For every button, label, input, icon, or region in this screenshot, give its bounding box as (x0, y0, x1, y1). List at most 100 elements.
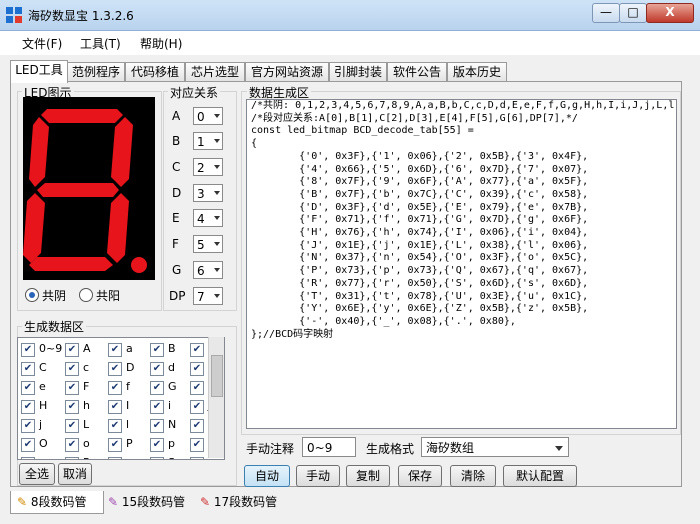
item-checkbox[interactable]: ✔ (190, 419, 204, 433)
item-checkbox-label: o (83, 437, 90, 450)
item-checkbox[interactable]: ✔ (150, 419, 164, 433)
checklist-scrollbar[interactable] (208, 337, 224, 458)
close-button[interactable]: X (646, 3, 694, 23)
item-checkbox[interactable]: ✔ (21, 457, 35, 459)
clear-button[interactable]: 清除 (450, 465, 496, 487)
map-label-e: E (172, 211, 180, 225)
item-checkbox[interactable]: ✔ (108, 381, 122, 395)
item-checkbox-label: i (168, 399, 172, 412)
item-checkbox[interactable]: ✔ (190, 438, 204, 452)
scrollbar-thumb[interactable] (211, 355, 223, 397)
item-checkbox[interactable]: ✔ (108, 362, 122, 376)
map-label-b: B (172, 134, 181, 148)
save-button[interactable]: 保存 (398, 465, 442, 487)
maximize-button[interactable]: □ (619, 3, 647, 23)
segment-c (107, 193, 129, 263)
chevron-down-icon (214, 114, 220, 118)
manual-comment-input[interactable]: 0~9 (302, 437, 356, 457)
item-checkbox-label: S (168, 456, 175, 459)
item-checkbox[interactable]: ✔ (108, 400, 122, 414)
tab-official-resources[interactable]: 官方网站资源 (245, 62, 329, 81)
item-checkbox[interactable]: ✔ (150, 438, 164, 452)
tab-pin-package[interactable]: 引脚封装 (329, 62, 387, 81)
bottom-tab-17seg[interactable]: ✎ 17段数码管 (196, 491, 284, 513)
item-checkbox[interactable]: ✔ (108, 419, 122, 433)
menu-file[interactable]: 文件(F) (22, 35, 62, 52)
bottom-tab-17seg-label: 17段数码管 (213, 495, 278, 509)
item-checkbox-label: L (83, 418, 90, 431)
common-cathode-label: 共阴 (42, 289, 67, 303)
code-line: {'B', 0x7F},{'b', 0x7C},{'C', 0x39},{'c'… (251, 188, 589, 200)
common-cathode-radio[interactable] (25, 288, 39, 302)
menu-bar: 文件(F) 工具(T) 帮助(H) (0, 31, 700, 55)
chevron-down-icon (214, 242, 220, 246)
item-checkbox[interactable]: ✔ (150, 381, 164, 395)
auto-button[interactable]: 自动 (244, 465, 290, 487)
item-checkbox-label: e (39, 380, 46, 393)
item-checkbox-label: P (126, 437, 133, 450)
generated-code-textarea[interactable]: /*共阴: 0,1,2,3,4,5,6,7,8,9,A,a,B,b,C,c,D,… (246, 99, 677, 429)
select-all-button[interactable]: 全选 (19, 463, 55, 485)
map-select-f[interactable]: 5 (193, 235, 223, 253)
map-select-c[interactable]: 2 (193, 158, 223, 176)
item-checkbox[interactable]: ✔ (108, 457, 122, 459)
item-checkbox[interactable]: ✔ (65, 362, 79, 376)
tab-version-history[interactable]: 版本历史 (447, 62, 507, 81)
item-checkbox[interactable]: ✔ (21, 400, 35, 414)
menu-tools[interactable]: 工具(T) (80, 35, 121, 52)
map-select-d[interactable]: 3 (193, 184, 223, 202)
item-checkbox[interactable]: ✔ (65, 343, 79, 357)
code-line: {'4', 0x66},{'5', 0x6D},{'6', 0x7D},{'7'… (251, 163, 589, 175)
common-anode-radio[interactable] (79, 288, 93, 302)
cancel-button[interactable]: 取消 (58, 463, 92, 485)
item-checkbox[interactable]: ✔ (150, 362, 164, 376)
bottom-tab-8seg[interactable]: ✎ 8段数码管 (10, 491, 104, 514)
item-checkbox[interactable]: ✔ (65, 419, 79, 433)
map-select-e[interactable]: 4 (193, 209, 223, 227)
item-checkbox[interactable]: ✔ (21, 438, 35, 452)
item-checkbox[interactable]: ✔ (65, 400, 79, 414)
item-checkbox[interactable]: ✔ (190, 362, 204, 376)
item-checkbox[interactable]: ✔ (190, 343, 204, 357)
map-select-b[interactable]: 1 (193, 132, 223, 150)
item-checkbox[interactable]: ✔ (108, 343, 122, 357)
common-anode-label: 共阳 (96, 289, 121, 303)
item-checkbox-label: 0~9 (39, 342, 63, 355)
item-checkbox-label: A (83, 342, 91, 355)
item-checkbox[interactable]: ✔ (150, 343, 164, 357)
item-checkbox[interactable]: ✔ (21, 343, 35, 357)
map-select-g[interactable]: 6 (193, 261, 223, 279)
code-line: const led_bitmap BCD_decode_tab[55] = (251, 125, 474, 137)
tab-example-programs[interactable]: 范例程序 (67, 62, 125, 81)
gen-data-checklist: ✔0~9✔A✔a✔B✔b✔C✔c✔D✔d✔E✔e✔F✔f✔G✔g✔H✔h✔I✔i… (17, 337, 225, 460)
bottom-tab-15seg[interactable]: ✎ 15段数码管 (104, 491, 192, 513)
item-checkbox[interactable]: ✔ (21, 381, 35, 395)
item-checkbox[interactable]: ✔ (21, 419, 35, 433)
format-select[interactable]: 海矽数组 (421, 437, 569, 457)
manual-button[interactable]: 手动 (296, 465, 340, 487)
tab-led-tool[interactable]: LED工具 (10, 60, 68, 83)
default-config-button[interactable]: 默认配置 (503, 465, 577, 487)
item-checkbox[interactable]: ✔ (65, 457, 79, 459)
item-checkbox[interactable]: ✔ (190, 457, 204, 459)
item-checkbox[interactable]: ✔ (65, 438, 79, 452)
seven-segment-display (23, 97, 155, 280)
item-checkbox[interactable]: ✔ (21, 362, 35, 376)
map-value-g: 6 (197, 264, 205, 278)
item-checkbox[interactable]: ✔ (190, 400, 204, 414)
tab-code-porting[interactable]: 代码移植 (125, 62, 185, 81)
item-checkbox[interactable]: ✔ (65, 381, 79, 395)
map-select-dp[interactable]: 7 (193, 287, 223, 305)
item-checkbox[interactable]: ✔ (108, 438, 122, 452)
map-select-a[interactable]: 0 (193, 107, 223, 125)
menu-help[interactable]: 帮助(H) (140, 35, 182, 52)
copy-button[interactable]: 复制 (346, 465, 390, 487)
tab-software-notice[interactable]: 软件公告 (387, 62, 447, 81)
item-checkbox[interactable]: ✔ (150, 457, 164, 459)
tab-chip-selection[interactable]: 芯片选型 (185, 62, 245, 81)
minimize-button[interactable]: — (592, 3, 620, 23)
item-checkbox[interactable]: ✔ (190, 381, 204, 395)
code-line: { (251, 138, 258, 150)
code-line: {'T', 0x31},{'t', 0x78},{'U', 0x3E},{'u'… (251, 290, 589, 302)
item-checkbox[interactable]: ✔ (150, 400, 164, 414)
